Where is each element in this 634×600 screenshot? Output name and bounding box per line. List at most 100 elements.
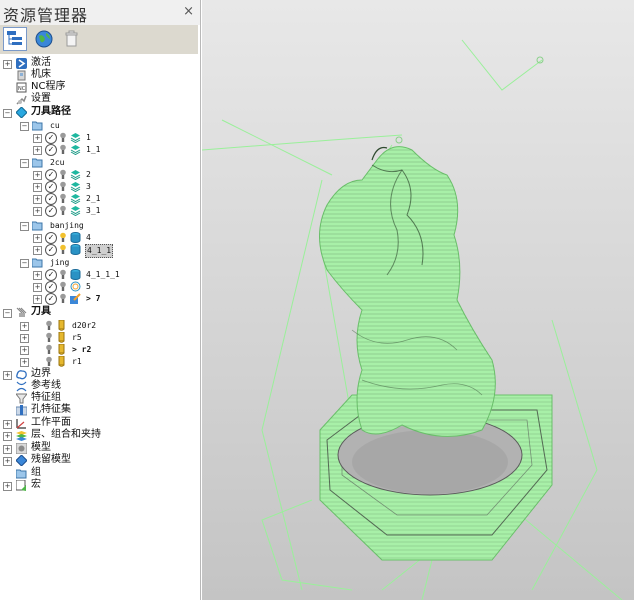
check-icon[interactable]: ✓ xyxy=(45,232,57,244)
close-button[interactable]: × xyxy=(183,4,194,19)
collapse-icon[interactable]: − xyxy=(20,159,29,168)
tree-item-toolpath-1[interactable]: + ✓ 1 xyxy=(0,132,200,144)
bulb-icon[interactable] xyxy=(60,144,66,155)
bulb-icon[interactable] xyxy=(60,205,66,216)
globe-button[interactable] xyxy=(33,27,57,51)
check-icon[interactable]: ✓ xyxy=(45,281,57,293)
expand-icon[interactable]: + xyxy=(33,195,42,204)
bulb-icon[interactable] xyxy=(60,293,66,304)
tree-item-boundary[interactable]: + 边界 xyxy=(0,368,200,381)
expand-icon[interactable]: + xyxy=(33,207,42,216)
expand-icon[interactable]: + xyxy=(33,134,42,143)
tree-item-machine[interactable]: 机床 xyxy=(0,69,200,82)
bulb-icon[interactable] xyxy=(60,181,66,192)
collapse-icon[interactable]: − xyxy=(20,122,29,131)
tree-item-folder-banjing[interactable]: − banjing xyxy=(0,220,200,232)
bulb-icon[interactable] xyxy=(60,244,66,255)
check-icon[interactable]: ✓ xyxy=(45,144,57,156)
tree-item-toolpath-3-1[interactable]: + ✓ 3_1 xyxy=(0,205,200,217)
tree-item-toolpath-4-1-1[interactable]: + ✓ 4_1_1 xyxy=(0,244,200,258)
check-icon[interactable]: ✓ xyxy=(45,293,57,305)
tree-item-toolpath-5[interactable]: + ✓ 5 xyxy=(0,281,200,293)
tree-item-feature-group[interactable]: 特征组 xyxy=(0,392,200,405)
tree-item-folder-2cu[interactable]: − 2cu xyxy=(0,157,200,169)
tree-label: d20r2 xyxy=(72,321,97,330)
tool-icon xyxy=(58,344,65,355)
tree-item-toolpath-7[interactable]: + ✓ > 7 xyxy=(0,293,200,305)
check-icon[interactable]: ✓ xyxy=(45,169,57,181)
expand-icon[interactable]: + xyxy=(20,322,29,331)
expand-icon[interactable]: + xyxy=(33,271,42,280)
expand-icon[interactable]: + xyxy=(20,334,29,343)
bulb-icon[interactable] xyxy=(60,232,66,243)
feature-group-icon xyxy=(16,393,27,404)
collapse-icon[interactable]: − xyxy=(20,222,29,231)
tree-item-toolpath-4-1-1-1[interactable]: + ✓ 4_1_1_1 xyxy=(0,269,200,281)
bulb-icon[interactable] xyxy=(46,332,52,343)
check-icon[interactable]: ✓ xyxy=(45,132,57,144)
tree-item-macro[interactable]: + 宏 xyxy=(0,479,200,492)
expand-icon[interactable]: + xyxy=(33,283,42,292)
bulb-icon[interactable] xyxy=(46,320,52,331)
layers-icon xyxy=(70,194,81,204)
check-icon[interactable]: ✓ xyxy=(45,181,57,193)
tree-item-tool-r5[interactable]: + r5 xyxy=(0,332,200,344)
graphics-viewport[interactable] xyxy=(202,0,634,600)
tree-item-reference-line[interactable]: 参考线 xyxy=(0,380,200,393)
tree-item-toolpaths[interactable]: − 刀具路径 xyxy=(0,106,200,119)
expand-icon[interactable]: + xyxy=(3,432,12,441)
bulb-icon[interactable] xyxy=(46,344,52,355)
tree-item-nc-program[interactable]: NC NC程序 xyxy=(0,81,200,94)
expand-icon[interactable]: + xyxy=(3,445,12,454)
expand-icon[interactable]: + xyxy=(33,171,42,180)
tree-item-folder-cu[interactable]: − cu xyxy=(0,120,200,132)
trash-button[interactable] xyxy=(60,27,84,51)
expand-icon[interactable]: + xyxy=(20,346,29,355)
bulb-icon[interactable] xyxy=(60,193,66,204)
collapse-icon[interactable]: − xyxy=(3,109,12,118)
tree-item-model[interactable]: + 模型 xyxy=(0,442,200,455)
tree-item-residual-model[interactable]: + 残留模型 xyxy=(0,454,200,467)
tree-item-toolpath-3[interactable]: + ✓ 3 xyxy=(0,181,200,193)
expand-icon[interactable]: + xyxy=(3,457,12,466)
bulb-icon[interactable] xyxy=(60,269,66,280)
tree-item-settings[interactable]: 设置 xyxy=(0,93,200,106)
collapse-icon[interactable]: − xyxy=(3,309,12,318)
bulb-icon[interactable] xyxy=(60,169,66,180)
tree-item-tool-r1[interactable]: + r1 xyxy=(0,356,200,368)
check-icon[interactable]: ✓ xyxy=(45,244,57,256)
expand-icon[interactable]: + xyxy=(3,371,12,380)
tree-item-tools[interactable]: − 刀具 xyxy=(0,306,200,319)
expand-icon[interactable]: + xyxy=(33,234,42,243)
expand-icon[interactable]: + xyxy=(33,183,42,192)
tree-item-folder-jing[interactable]: − jing xyxy=(0,257,200,269)
tree-label: 特征组 xyxy=(31,392,61,403)
collapse-icon[interactable]: − xyxy=(20,259,29,268)
bulb-icon[interactable] xyxy=(46,356,52,367)
tree-item-group[interactable]: 组 xyxy=(0,467,200,480)
expand-icon[interactable]: + xyxy=(3,60,12,69)
expand-icon[interactable]: + xyxy=(3,420,12,429)
bulb-icon[interactable] xyxy=(60,281,66,292)
tree-item-tool-d20r2[interactable]: + d20r2 xyxy=(0,320,200,332)
tree-item-toolpath-2[interactable]: + ✓ 2 xyxy=(0,169,200,181)
check-icon[interactable]: ✓ xyxy=(45,269,57,281)
tree-item-toolpath-1-1[interactable]: + ✓ 1_1 xyxy=(0,144,200,156)
expand-icon[interactable]: + xyxy=(20,358,29,367)
tree-item-toolpath-4[interactable]: + ✓ 4 xyxy=(0,232,200,244)
tree-item-activate[interactable]: + 激活 xyxy=(0,57,200,70)
bulb-icon[interactable] xyxy=(60,132,66,143)
expand-icon[interactable]: + xyxy=(3,482,12,491)
check-icon[interactable]: ✓ xyxy=(45,193,57,205)
folder-open-icon xyxy=(32,158,43,168)
check-icon[interactable]: ✓ xyxy=(45,205,57,217)
tree-view-button[interactable] xyxy=(3,27,27,51)
expand-icon[interactable]: + xyxy=(33,146,42,155)
tree-item-toolpath-2-1[interactable]: + ✓ 2_1 xyxy=(0,193,200,205)
tree-item-hole-feature-set[interactable]: 孔特征集 xyxy=(0,404,200,417)
tree-item-layers[interactable]: + 层、组合和夹持 xyxy=(0,429,200,442)
expand-icon[interactable]: + xyxy=(33,246,42,255)
tools-icon xyxy=(16,307,27,317)
expand-icon[interactable]: + xyxy=(33,295,42,304)
tree-item-tool-r2[interactable]: + > r2 xyxy=(0,344,200,356)
